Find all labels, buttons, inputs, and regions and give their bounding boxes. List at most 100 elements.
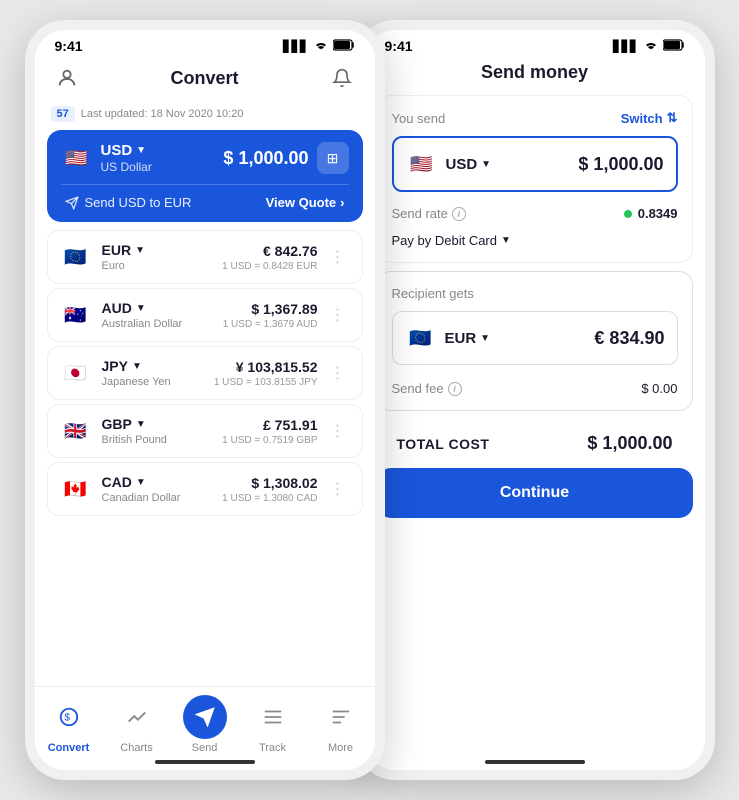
time-2: 9:41 xyxy=(385,38,413,54)
nav-charts-label: Charts xyxy=(120,742,152,754)
signal-icon-2: ▋▋▋ xyxy=(613,40,638,53)
more-icon-gbp[interactable]: ⋮ xyxy=(326,417,350,445)
send-flag: 🇺🇸 xyxy=(406,148,438,180)
send-nav-icon xyxy=(183,695,227,739)
list-item[interactable]: 🇯🇵 JPY ▼ Japanese Yen ¥ 103,815.52 1 USD… xyxy=(47,346,363,400)
send-bar-text: Send USD to EUR xyxy=(65,195,192,210)
aud-amount: $ 1,367.89 xyxy=(223,301,318,317)
status-icons-2: ▋▋▋ xyxy=(613,39,684,54)
aud-code: AUD ▼ xyxy=(102,300,183,316)
more-icon-jpy[interactable]: ⋮ xyxy=(326,359,350,387)
send-rate-label: Send rate i xyxy=(392,206,466,221)
jpy-flag: 🇯🇵 xyxy=(60,357,92,389)
switch-icon: ⇅ xyxy=(667,110,678,126)
phone-send-money: 9:41 ▋▋▋ Send money You send Switch ⇅ xyxy=(355,20,715,780)
you-send-section: You send Switch ⇅ 🇺🇸 USD ▼ $ 1,000.00 xyxy=(377,95,693,263)
recipient-amount: € 834.90 xyxy=(594,328,664,349)
more-icon-aud[interactable]: ⋮ xyxy=(326,301,350,329)
pay-method-caret-icon: ▼ xyxy=(501,235,511,246)
more-icon-cad[interactable]: ⋮ xyxy=(326,475,350,503)
nav-more[interactable]: More xyxy=(316,695,366,754)
cad-amount: $ 1,308.02 xyxy=(222,475,317,491)
more-nav-icon xyxy=(319,695,363,739)
home-indicator-2 xyxy=(485,760,585,764)
convert-nav-icon: $ xyxy=(47,695,91,739)
update-counter: 57 xyxy=(51,106,75,122)
jpy-rate: 1 USD = 103.8155 JPY xyxy=(214,377,318,388)
list-item[interactable]: 🇬🇧 GBP ▼ British Pound £ 751.91 1 USD = … xyxy=(47,404,363,458)
home-indicator-1 xyxy=(155,760,255,764)
nav-track-label: Track xyxy=(259,742,286,754)
list-item[interactable]: 🇦🇺 AUD ▼ Australian Dollar $ 1,367.89 1 … xyxy=(47,288,363,342)
battery-icon-1 xyxy=(333,39,355,54)
bottom-nav: $ Convert Charts Send Track xyxy=(35,686,375,770)
total-cost-section: TOTAL COST $ 1,000.00 xyxy=(377,419,693,468)
gbp-amount: £ 751.91 xyxy=(222,417,317,433)
profile-icon[interactable] xyxy=(51,62,83,94)
list-item[interactable]: 🇨🇦 CAD ▼ Canadian Dollar $ 1,308.02 1 US… xyxy=(47,462,363,516)
page-title-1: Convert xyxy=(170,68,238,89)
send-caret-icon: ▼ xyxy=(481,159,491,170)
recipient-currency-code: EUR ▼ xyxy=(445,330,491,347)
list-item[interactable]: 🇪🇺 EUR ▼ Euro € 842.76 1 USD = 0.8428 EU… xyxy=(47,230,363,284)
gbp-rate: 1 USD = 0.7519 GBP xyxy=(222,435,317,446)
cad-rate: 1 USD = 1.3080 CAD xyxy=(222,493,317,504)
svg-text:$: $ xyxy=(64,713,70,724)
view-quote-btn[interactable]: View Quote › xyxy=(266,195,345,210)
usd-amount: $ 1,000.00 xyxy=(223,148,308,169)
nav-charts[interactable]: Charts xyxy=(112,695,162,754)
send-currency-code: USD ▼ xyxy=(446,156,492,173)
switch-button[interactable]: Switch ⇅ xyxy=(621,110,678,126)
you-send-label: You send xyxy=(392,111,446,126)
recipient-currency-selector[interactable]: 🇪🇺 EUR ▼ € 834.90 xyxy=(392,311,678,365)
usd-caret-icon: ▼ xyxy=(136,145,146,156)
rate-dot-icon xyxy=(624,210,632,218)
bell-icon[interactable] xyxy=(326,62,358,94)
cad-flag: 🇨🇦 xyxy=(60,473,92,505)
recipient-gets-section: Recipient gets 🇪🇺 EUR ▼ € 834.90 Send fe… xyxy=(377,271,693,411)
nav-more-label: More xyxy=(328,742,353,754)
last-updated: 57 Last updated: 18 Nov 2020 10:20 xyxy=(35,102,375,130)
usd-code: USD ▼ xyxy=(101,142,152,159)
recipient-caret-icon: ▼ xyxy=(480,333,490,344)
nav-convert[interactable]: $ Convert xyxy=(44,695,94,754)
send-money-title: Send money xyxy=(381,62,689,83)
nav-track[interactable]: Track xyxy=(248,695,298,754)
send-currency-selector[interactable]: 🇺🇸 USD ▼ $ 1,000.00 xyxy=(392,136,678,192)
phones-container: 9:41 ▋▋▋ Convert 57 Last xyxy=(5,0,735,800)
usd-name: US Dollar xyxy=(101,160,152,174)
featured-currency-card[interactable]: 🇺🇸 USD ▼ US Dollar $ 1,000.00 ⊞ xyxy=(47,130,363,222)
jpy-amount: ¥ 103,815.52 xyxy=(214,359,318,375)
continue-button[interactable]: Continue xyxy=(377,468,693,518)
aud-flag: 🇦🇺 xyxy=(60,299,92,331)
send-rate-info-icon: i xyxy=(452,207,466,221)
pay-method-selector[interactable]: Pay by Debit Card ▼ xyxy=(392,233,678,248)
cad-name: Canadian Dollar xyxy=(102,492,181,504)
send-money-header: Send money xyxy=(365,58,705,95)
total-cost-label: TOTAL COST xyxy=(397,436,490,452)
nav-send[interactable]: Send xyxy=(180,695,230,754)
update-text: Last updated: 18 Nov 2020 10:20 xyxy=(81,108,244,120)
send-rate-value: 0.8349 xyxy=(624,206,678,221)
phone-convert: 9:41 ▋▋▋ Convert 57 Last xyxy=(25,20,385,780)
status-icons-1: ▋▋▋ xyxy=(283,39,354,54)
aud-rate: 1 USD = 1.3679 AUD xyxy=(223,319,318,330)
wifi-icon-1 xyxy=(313,39,329,54)
wifi-icon-2 xyxy=(643,39,659,54)
more-icon-eur[interactable]: ⋮ xyxy=(326,243,350,271)
charts-nav-icon xyxy=(115,695,159,739)
gbp-code: GBP ▼ xyxy=(102,416,167,432)
gbp-flag: 🇬🇧 xyxy=(60,415,92,447)
eur-rate: 1 USD = 0.8428 EUR xyxy=(222,261,317,272)
nav-convert-label: Convert xyxy=(48,742,90,754)
calculator-icon[interactable]: ⊞ xyxy=(317,142,349,174)
usd-flag: 🇺🇸 xyxy=(61,142,93,174)
currency-list: 🇪🇺 EUR ▼ Euro € 842.76 1 USD = 0.8428 EU… xyxy=(35,230,375,516)
jpy-code: JPY ▼ xyxy=(102,358,171,374)
status-bar-1: 9:41 ▋▋▋ xyxy=(35,30,375,58)
eur-code: EUR ▼ xyxy=(102,242,145,258)
send-fee-label: Send fee i xyxy=(392,381,462,396)
battery-icon-2 xyxy=(663,39,685,54)
eur-flag: 🇪🇺 xyxy=(60,241,92,273)
send-fee-value: $ 0.00 xyxy=(641,381,677,396)
